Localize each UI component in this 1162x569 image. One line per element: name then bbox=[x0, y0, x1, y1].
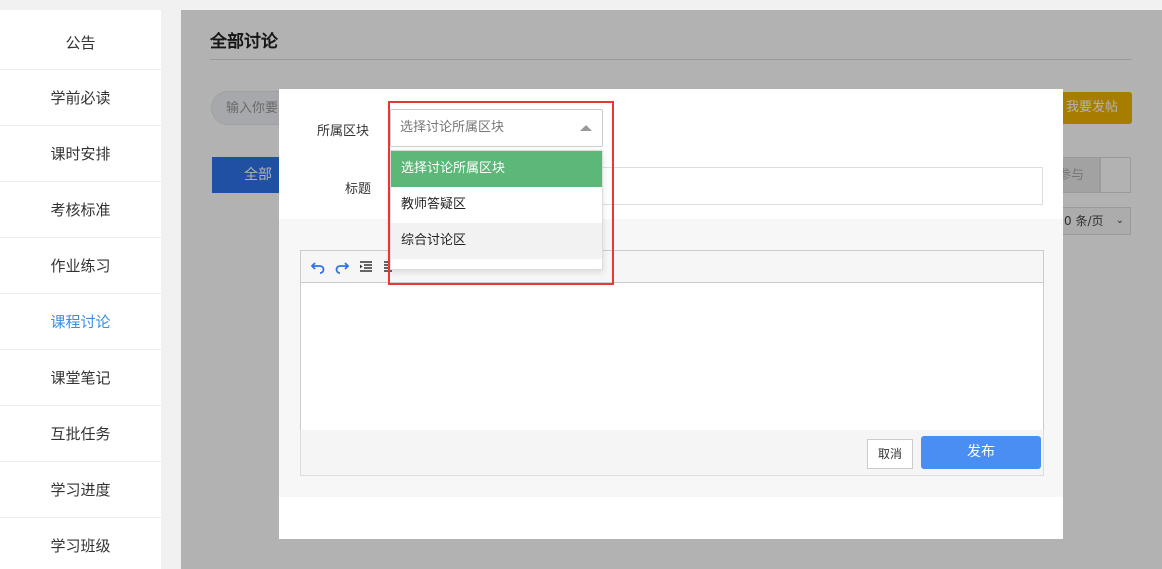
redo-icon[interactable] bbox=[333, 258, 351, 276]
sidebar-item-discussion[interactable]: 课程讨论 bbox=[0, 294, 161, 350]
editor-footer: 取消 发布 bbox=[300, 430, 1044, 476]
dropdown-option-general[interactable]: 综合讨论区 bbox=[391, 223, 602, 259]
sidebar-item-pre-reading[interactable]: 学前必读 bbox=[0, 70, 161, 126]
sidebar-item-announcement[interactable]: 公告 bbox=[0, 10, 161, 70]
block-select[interactable]: 选择讨论所属区块 bbox=[390, 109, 603, 147]
publish-button[interactable]: 发布 bbox=[921, 436, 1041, 469]
sidebar-item-class[interactable]: 学习班级 bbox=[0, 518, 161, 569]
block-select-value: 选择讨论所属区块 bbox=[400, 120, 505, 135]
sidebar-nav: 公告 学前必读 课时安排 考核标准 作业练习 课程讨论 课堂笔记 互批任务 学习… bbox=[0, 10, 161, 569]
dropdown-option-teacher-qa[interactable]: 教师答疑区 bbox=[391, 187, 602, 223]
indent-icon[interactable] bbox=[357, 258, 375, 276]
sidebar-item-peer-review[interactable]: 互批任务 bbox=[0, 406, 161, 462]
title-label: 标题 bbox=[345, 182, 372, 197]
block-dropdown-menu: 选择讨论所属区块 教师答疑区 综合讨论区 bbox=[390, 150, 603, 270]
sidebar-item-schedule[interactable]: 课时安排 bbox=[0, 126, 161, 182]
dropdown-option-placeholder[interactable]: 选择讨论所属区块 bbox=[391, 151, 602, 187]
sidebar-item-assessment[interactable]: 考核标准 bbox=[0, 182, 161, 238]
sidebar-item-homework[interactable]: 作业练习 bbox=[0, 238, 161, 294]
sidebar-item-notes[interactable]: 课堂笔记 bbox=[0, 350, 161, 406]
cancel-button[interactable]: 取消 bbox=[867, 439, 913, 469]
sidebar-item-progress[interactable]: 学习进度 bbox=[0, 462, 161, 518]
block-label: 所属区块 bbox=[317, 124, 370, 139]
undo-icon[interactable] bbox=[309, 258, 327, 276]
caret-up-icon bbox=[580, 125, 592, 131]
